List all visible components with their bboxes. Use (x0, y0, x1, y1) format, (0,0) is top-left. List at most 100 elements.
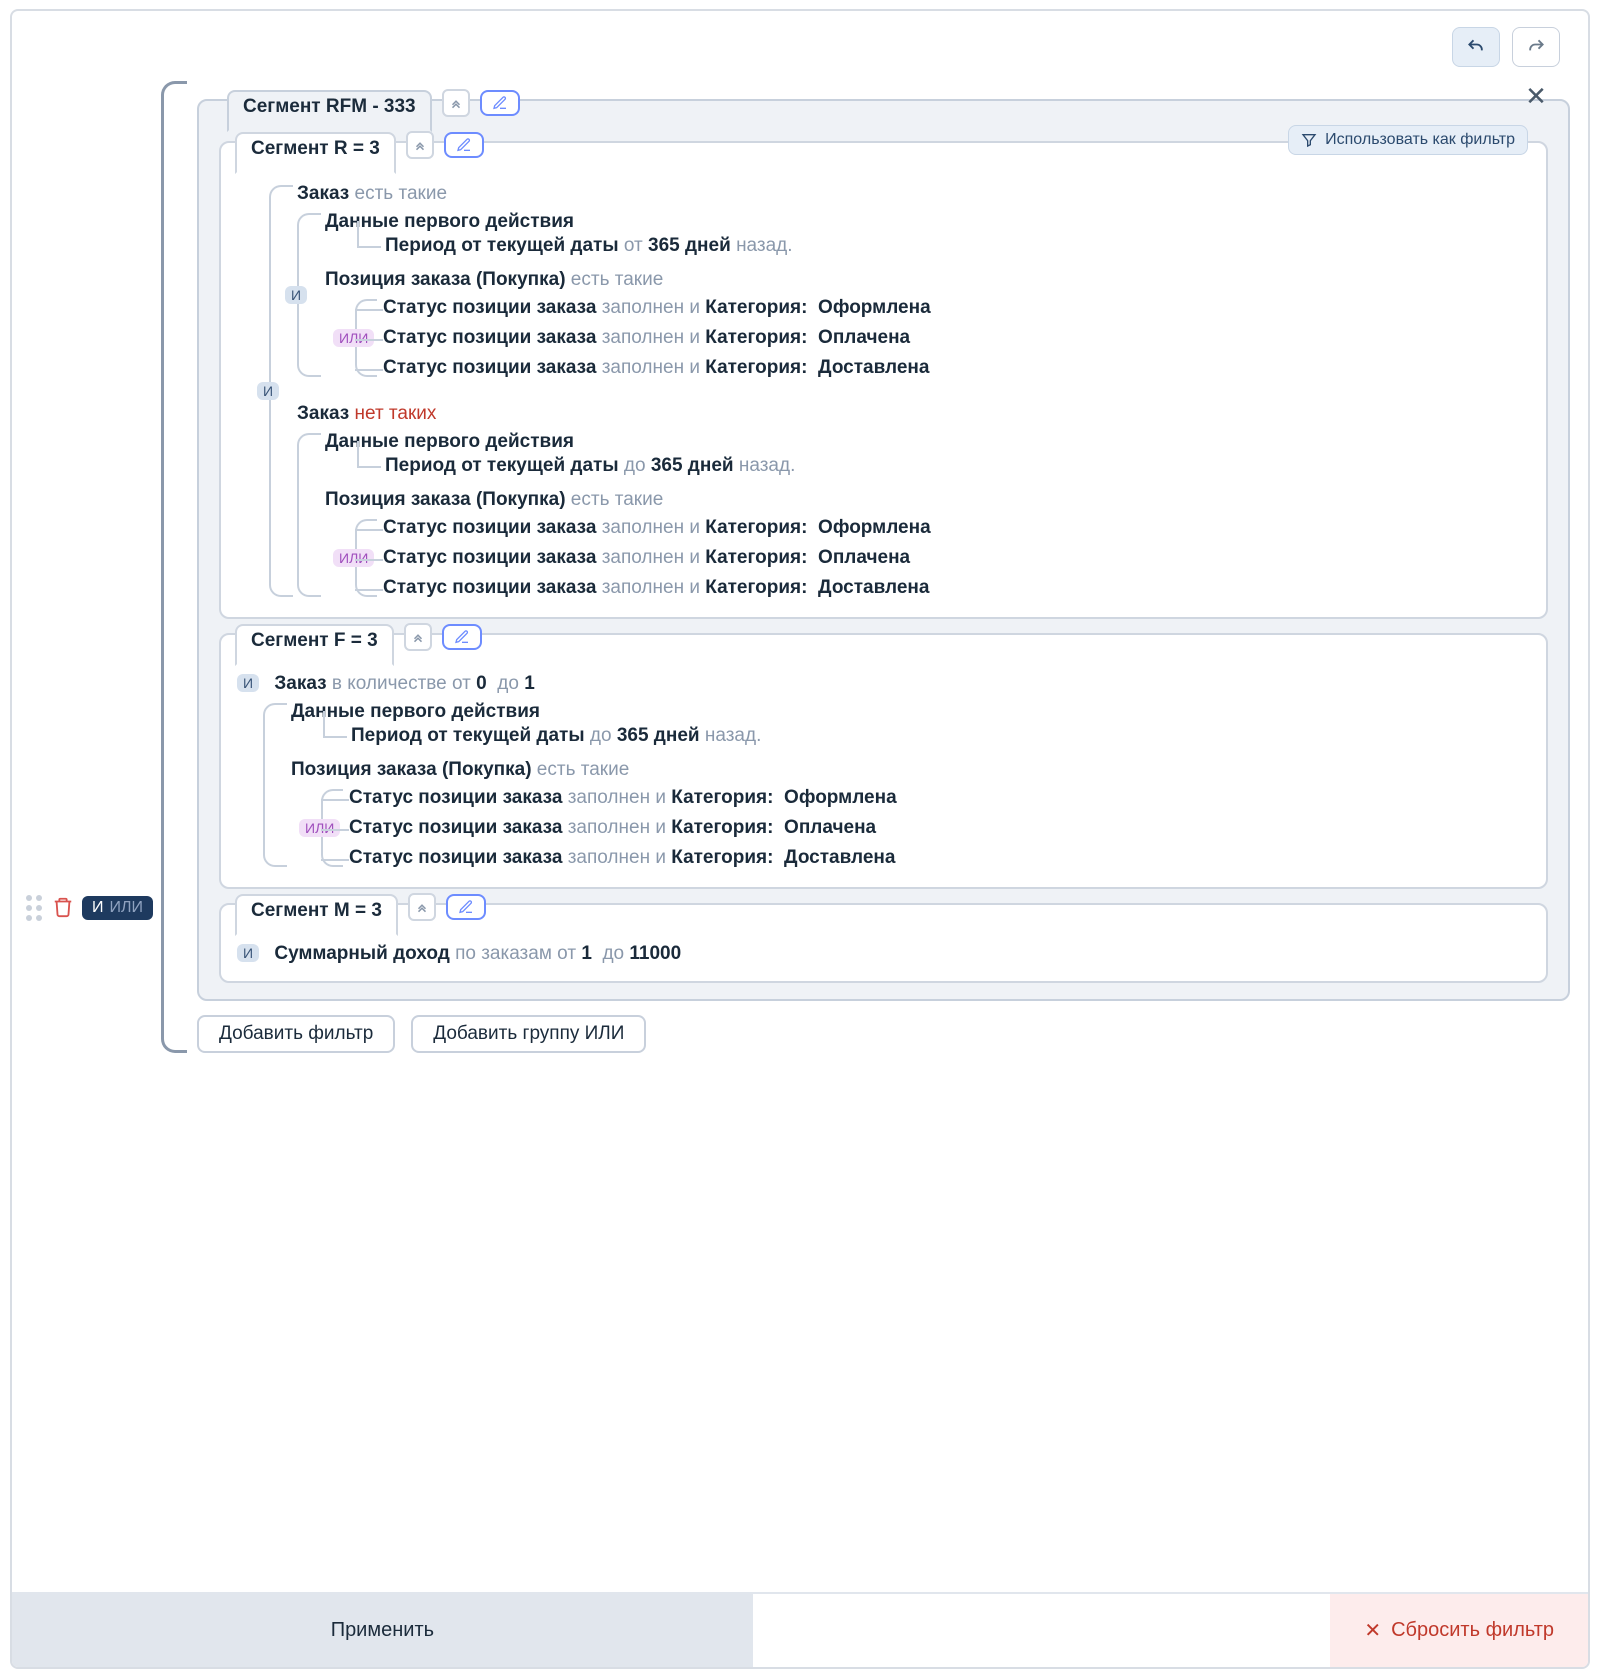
edit-segment-button[interactable] (442, 624, 482, 650)
segment-f-brace: Данные первого действия Период от текуще… (263, 697, 1530, 873)
andor-and: И (92, 899, 104, 917)
segment-m: Сегмент M = 3 И Суммарный доход (219, 903, 1548, 983)
cat-label: Категория: (671, 847, 773, 868)
dpd-block: Данные первого действия Период от текуще… (291, 697, 1530, 747)
zakaz1-inner-brace: И Данные первого действия Период от теку… (297, 207, 1530, 383)
period-suffix: назад. (736, 235, 793, 256)
segment-rfm-head: Сегмент RFM - 333 (227, 82, 520, 124)
zakaz-2-title: Заказ нет таких (297, 399, 1530, 427)
cat-label: Категория: (671, 787, 773, 808)
sum-v2: 11000 (629, 943, 681, 964)
zakaz-v2: 1 (524, 673, 535, 694)
undo-button[interactable] (1452, 27, 1500, 67)
redo-icon (1526, 37, 1546, 57)
status-row: Статус позиции заказа заполнен и Категор… (349, 783, 1530, 813)
collapse-segment-button[interactable] (408, 893, 436, 921)
segment-m-body: И Суммарный доход по заказам от 1 до 110… (237, 939, 1530, 967)
position-cond: есть такие (571, 269, 664, 290)
position-block: Позиция заказа (Покупка) есть такие ИЛИ … (325, 265, 1530, 383)
group-buttons: Добавить фильтр Добавить группу ИЛИ (197, 1015, 1570, 1053)
spacer (753, 1594, 1331, 1667)
collapse-segment-button[interactable] (404, 623, 432, 651)
period-suffix: назад. (739, 455, 796, 476)
cat-value: Оплачена (818, 327, 910, 348)
status-or-list: ИЛИ Статус позиции заказа заполнен и Кат… (355, 293, 1530, 383)
funnel-icon (1301, 132, 1317, 148)
period-days: 365 дней (648, 235, 731, 256)
sum-pre: по заказам от (455, 943, 576, 964)
sum-label: Суммарный доход (274, 943, 449, 964)
status-row: Статус позиции заказа заполнен и Категор… (383, 323, 1530, 353)
status-label: Статус позиции заказа (349, 787, 562, 808)
segment-m-title: Сегмент M = 3 (235, 894, 398, 936)
status-or-list: ИЛИ Статус позиции заказа заполнен и Кат… (355, 513, 1530, 603)
segment-f: Сегмент F = 3 И Заказ (219, 633, 1548, 889)
collapse-segment-button[interactable] (406, 131, 434, 159)
segment-rfm: Сегмент RFM - 333 ✕ Сегмент R = 3 (197, 99, 1570, 1001)
period-label: Период от текущей даты (385, 235, 619, 256)
reset-label: Сбросить фильтр (1391, 1619, 1554, 1642)
period-days: 365 дней (617, 725, 700, 746)
period-suffix: назад. (705, 725, 762, 746)
cat-value: Оплачена (818, 547, 910, 568)
undo-icon (1466, 37, 1486, 57)
cat-value: Оформлена (818, 517, 931, 538)
sum-mid: до (602, 943, 624, 964)
add-or-group-button[interactable]: Добавить группу ИЛИ (411, 1015, 646, 1053)
cat-value: Оформлена (784, 787, 897, 808)
sum-line: И Суммарный доход по заказам от 1 до 110… (237, 939, 1530, 967)
segment-r-and-brace: И Заказ есть такие И Данн (269, 179, 1530, 603)
status-row: Статус позиции заказа заполнен и Категор… (349, 813, 1530, 843)
or-badge: ИЛИ (333, 549, 374, 567)
collapse-segment-button[interactable] (442, 89, 470, 117)
status-row: Статус позиции заказа заполнен и Категор… (383, 573, 1530, 603)
status-mid: заполнен и (568, 817, 666, 838)
edit-segment-button[interactable] (446, 894, 486, 920)
chevron-up-icon (449, 96, 463, 110)
status-row: Статус позиции заказа заполнен и Категор… (383, 543, 1530, 573)
reset-filter-button[interactable]: ✕ Сбросить фильтр (1330, 1594, 1588, 1667)
delete-group-button[interactable] (52, 896, 76, 920)
pencil-icon (456, 137, 472, 153)
cat-value: Доставлена (784, 847, 895, 868)
period-mid: до (624, 455, 646, 476)
period-days: 365 дней (651, 455, 734, 476)
group-andor-toggle[interactable]: И ИЛИ (82, 896, 153, 920)
position-cond: есть такие (571, 489, 664, 510)
pencil-icon (492, 95, 508, 111)
cat-label: Категория: (705, 517, 807, 538)
use-as-filter-label: Использовать как фильтр (1325, 131, 1515, 149)
status-label: Статус позиции заказа (383, 297, 596, 318)
segment-r-title: Сегмент R = 3 (235, 132, 396, 174)
filter-builder-frame: И ИЛИ Сегмент RFM - 333 ✕ (10, 9, 1590, 1669)
drag-handle[interactable] (26, 895, 42, 921)
dpd-block: Данные первого действия Период от текуще… (325, 207, 1530, 257)
add-filter-button[interactable]: Добавить фильтр (197, 1015, 395, 1053)
status-label: Статус позиции заказа (383, 327, 596, 348)
segment-f-title: Сегмент F = 3 (235, 624, 394, 666)
position-label: Позиция заказа (Покупка) (325, 269, 566, 290)
close-segment-button[interactable]: ✕ (1522, 83, 1550, 109)
segment-rfm-body: Сегмент R = 3 Использовать как ф (199, 101, 1568, 999)
edit-segment-button[interactable] (444, 132, 484, 158)
status-mid: заполнен и (602, 547, 700, 568)
edit-segment-button[interactable] (480, 90, 520, 116)
use-as-filter-button[interactable]: Использовать как фильтр (1288, 125, 1528, 155)
position-label: Позиция заказа (Покупка) (291, 759, 532, 780)
cat-value: Оплачена (784, 817, 876, 838)
apply-button[interactable]: Применить (12, 1594, 753, 1667)
pencil-icon (458, 899, 474, 915)
and-badge: И (285, 286, 307, 304)
redo-button[interactable] (1512, 27, 1560, 67)
segment-r-right: Использовать как фильтр (1288, 125, 1528, 155)
bottom-bar: Применить ✕ Сбросить фильтр (12, 1592, 1588, 1667)
segment-r: Сегмент R = 3 Использовать как ф (219, 141, 1548, 619)
period-line: Период от текущей даты от 365 дней назад… (357, 235, 1530, 257)
root-group: Сегмент RFM - 333 ✕ Сегмент R = 3 (161, 81, 1570, 1053)
status-mid: заполнен и (568, 847, 666, 868)
status-mid: заполнен и (602, 357, 700, 378)
close-icon: ✕ (1364, 1618, 1381, 1643)
status-label: Статус позиции заказа (383, 577, 596, 598)
segment-r-head: Сегмент R = 3 (235, 124, 484, 166)
status-label: Статус позиции заказа (349, 847, 562, 868)
